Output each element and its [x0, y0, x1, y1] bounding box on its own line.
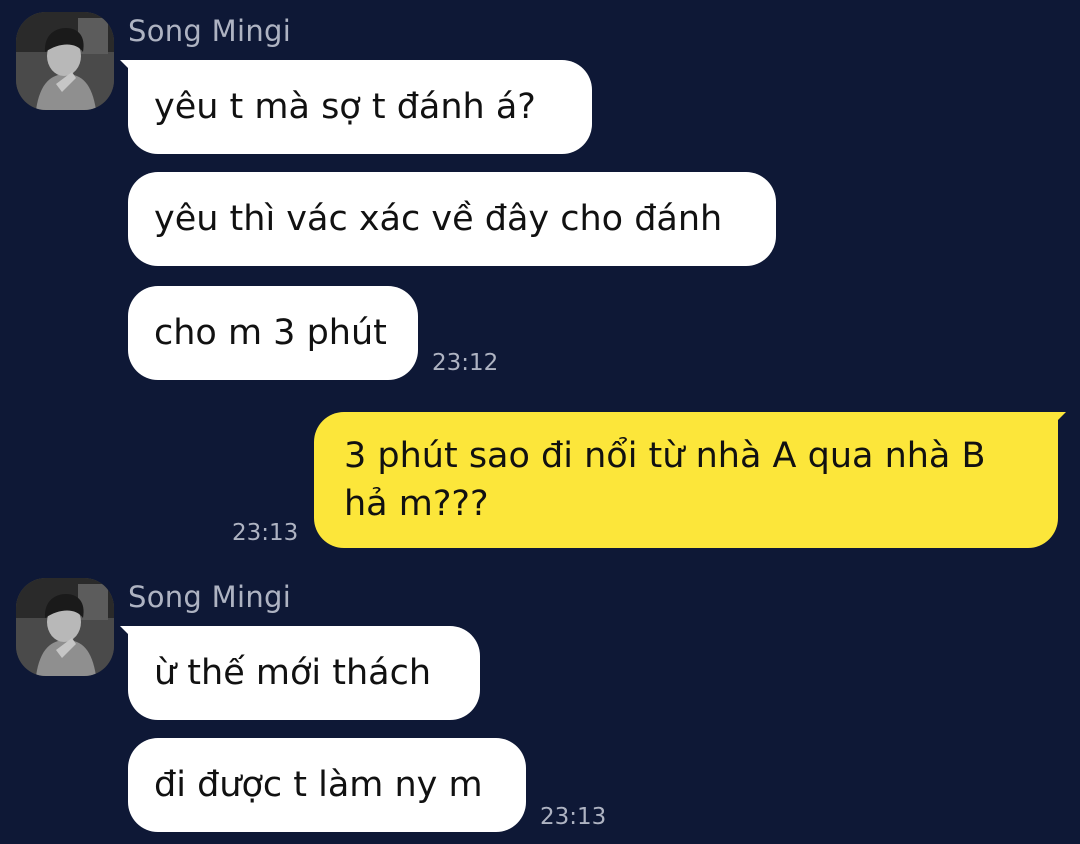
- message-timestamp: 23:12: [432, 350, 499, 376]
- avatar[interactable]: [16, 578, 114, 676]
- message-bubble-incoming[interactable]: yêu thì vác xác về đây cho đánh: [128, 172, 776, 266]
- sender-name: Song Mingi: [128, 14, 292, 48]
- message-timestamp: 23:13: [232, 520, 299, 546]
- chat-thread: Song Mingi yêu t mà sợ t đánh á? yêu thì…: [0, 0, 1080, 844]
- message-timestamp: 23:13: [540, 804, 607, 830]
- avatar-photo-icon: [16, 12, 114, 110]
- message-bubble-incoming[interactable]: đi được t làm ny m: [128, 738, 526, 832]
- avatar-photo-icon: [16, 578, 114, 676]
- message-bubble-incoming[interactable]: yêu t mà sợ t đánh á?: [128, 60, 592, 154]
- message-bubble-incoming[interactable]: ừ thế mới thách: [128, 626, 480, 720]
- message-bubble-outgoing[interactable]: 3 phút sao đi nổi từ nhà A qua nhà B hả …: [314, 412, 1058, 548]
- message-bubble-incoming[interactable]: cho m 3 phút: [128, 286, 418, 380]
- avatar[interactable]: [16, 12, 114, 110]
- sender-name: Song Mingi: [128, 580, 292, 614]
